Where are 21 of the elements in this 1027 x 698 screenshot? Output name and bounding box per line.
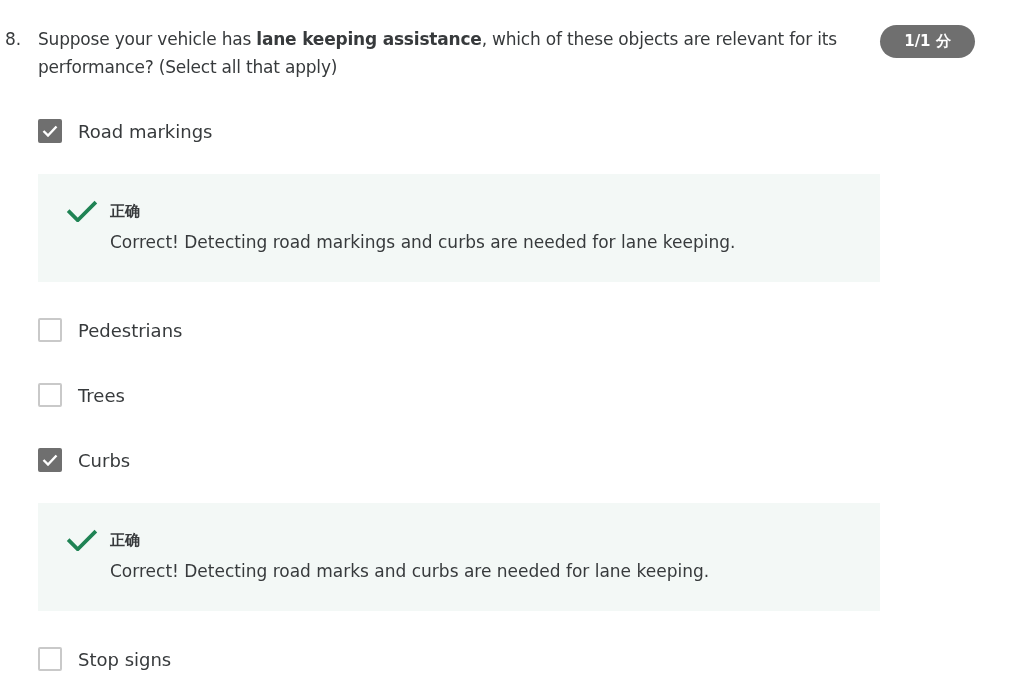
feedback-title: 正确 [110,201,141,222]
checkbox[interactable] [38,383,62,407]
feedback-text: Correct! Detecting road markings and curbs are needed for lane keeping. [110,232,736,252]
checkbox[interactable] [38,448,62,472]
check-icon [66,200,98,223]
checkbox[interactable] [38,318,62,342]
check-icon [42,125,58,137]
feedback-text: Correct! Detecting road marks and curbs are needed for lane keeping. [110,561,710,581]
option-label: Trees [78,384,125,406]
feedback-title: 正确 [110,530,141,551]
check-icon [66,529,98,552]
option-label: Stop signs [78,648,172,670]
option-label: Curbs [78,449,131,471]
check-icon [42,454,58,466]
question-number: 8. [4,28,23,51]
checkbox[interactable] [38,119,62,143]
checkbox[interactable] [38,647,62,671]
score-badge: 1/1 分 [880,25,975,58]
option-label: Road markings [78,120,213,142]
option-label: Pedestrians [78,319,183,341]
question-text: Suppose your vehicle has lane keeping assistance, which of these objects are relevant for its performance? (Select all that apply) [38,28,838,79]
